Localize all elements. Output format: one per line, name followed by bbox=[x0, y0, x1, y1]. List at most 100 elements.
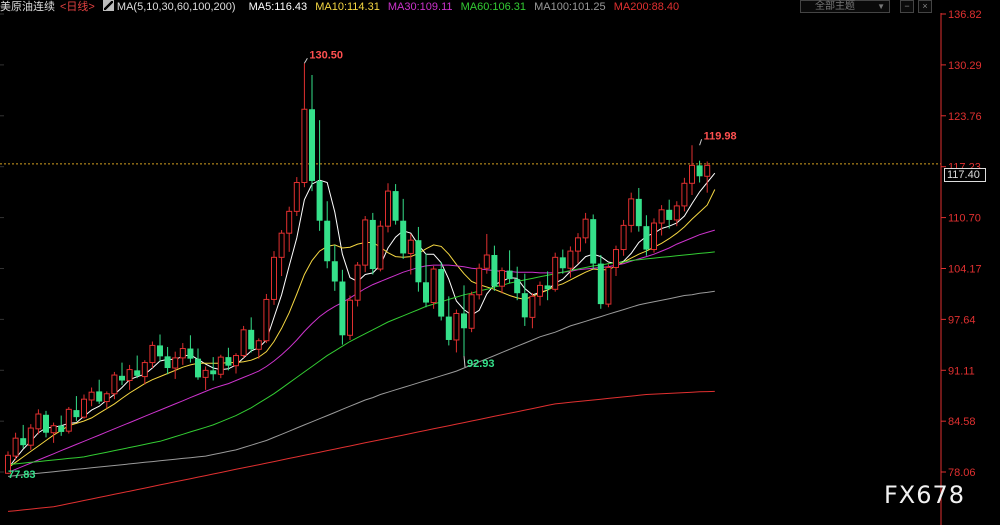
candle bbox=[187, 335, 194, 363]
candle bbox=[658, 205, 665, 236]
candle bbox=[293, 177, 300, 217]
candle bbox=[157, 334, 163, 362]
candle bbox=[635, 187, 642, 232]
candle-body bbox=[271, 256, 277, 300]
candle-body bbox=[172, 357, 179, 369]
low-label-leader bbox=[463, 356, 466, 368]
candle bbox=[476, 263, 483, 300]
candle-body bbox=[567, 250, 574, 269]
candle-body bbox=[81, 398, 87, 418]
axis-tick-label: 123.76 bbox=[948, 111, 982, 123]
candle bbox=[468, 291, 475, 333]
candle-body bbox=[141, 362, 148, 378]
candle bbox=[385, 183, 391, 233]
current-price-tag: 117.40 bbox=[944, 168, 986, 182]
candle bbox=[324, 201, 331, 269]
candle bbox=[651, 218, 657, 253]
candle bbox=[111, 371, 118, 400]
candle bbox=[50, 422, 57, 443]
candle bbox=[309, 74, 315, 192]
recent-high-label: 119.98 bbox=[704, 130, 737, 142]
candle-body bbox=[255, 340, 262, 350]
candle-body bbox=[20, 438, 27, 446]
candle-body bbox=[217, 356, 224, 375]
candle bbox=[673, 201, 680, 227]
candle bbox=[521, 273, 528, 326]
candle bbox=[134, 355, 141, 379]
candle-body bbox=[468, 294, 475, 329]
candle bbox=[613, 245, 619, 277]
candle-body bbox=[552, 256, 559, 290]
candle bbox=[271, 251, 277, 305]
candle-body bbox=[423, 282, 429, 303]
candle bbox=[179, 343, 186, 365]
candle bbox=[172, 351, 179, 379]
candle-body bbox=[453, 312, 460, 341]
candle-body bbox=[590, 219, 597, 264]
candle bbox=[240, 325, 247, 358]
candle bbox=[65, 406, 72, 434]
candle bbox=[392, 184, 399, 225]
axis-tick-label: 84.58 bbox=[948, 416, 976, 428]
candle-body bbox=[514, 279, 521, 294]
candle-body bbox=[673, 205, 680, 221]
axis-tick-label: 91.11 bbox=[948, 365, 975, 377]
candle-body bbox=[696, 165, 703, 177]
axis-tick-label: 97.64 bbox=[948, 314, 976, 326]
candle bbox=[483, 233, 490, 274]
high-label: 130.50 bbox=[309, 49, 343, 61]
candle bbox=[347, 295, 353, 340]
candle-body bbox=[248, 329, 255, 350]
ma200-line bbox=[7, 390, 715, 512]
candle bbox=[605, 264, 612, 308]
candle-body bbox=[263, 298, 270, 342]
candle bbox=[286, 206, 293, 252]
candle-body bbox=[157, 345, 163, 357]
candle bbox=[666, 199, 673, 229]
axis-tick-label: 104.17 bbox=[948, 263, 982, 275]
candle-body bbox=[407, 239, 414, 254]
moving-average-lines bbox=[7, 172, 716, 512]
candle bbox=[423, 253, 429, 308]
candle bbox=[126, 364, 133, 390]
price-axis: 136.82130.29123.76117.23110.70104.1797.6… bbox=[940, 9, 982, 525]
candle-body bbox=[50, 425, 57, 434]
candle-body bbox=[103, 393, 110, 403]
candle-body bbox=[651, 222, 657, 251]
candle bbox=[88, 387, 95, 407]
candle bbox=[248, 317, 255, 353]
candle bbox=[81, 394, 87, 419]
candle-body bbox=[324, 220, 331, 262]
candle-body bbox=[134, 370, 141, 376]
candle bbox=[339, 269, 346, 345]
candle-body bbox=[385, 190, 391, 227]
candle-body bbox=[347, 299, 353, 336]
candle-body bbox=[88, 391, 95, 401]
candle-body bbox=[430, 268, 437, 304]
candle-body bbox=[392, 191, 399, 221]
candle-body bbox=[689, 164, 695, 184]
candle-body bbox=[620, 224, 627, 251]
candle-body bbox=[605, 266, 612, 305]
candle bbox=[559, 249, 566, 274]
candle-body bbox=[179, 348, 186, 359]
candle-body bbox=[43, 414, 49, 433]
candle-body bbox=[635, 198, 642, 227]
start-low-label: 77.83 bbox=[8, 469, 36, 481]
candle bbox=[119, 362, 125, 386]
candle bbox=[575, 233, 581, 264]
candle-body bbox=[354, 264, 361, 301]
candle-body bbox=[476, 267, 483, 296]
candle-body bbox=[461, 313, 467, 329]
candle-body bbox=[537, 284, 543, 297]
candle bbox=[278, 230, 285, 277]
candle-body bbox=[491, 255, 498, 287]
candle-body bbox=[377, 225, 384, 270]
candle-body bbox=[658, 209, 665, 224]
candlestick-chart[interactable]: 136.82130.29123.76117.23110.70104.1797.6… bbox=[0, 0, 1000, 525]
candle-body bbox=[111, 374, 118, 395]
candle-body bbox=[544, 285, 551, 290]
candle bbox=[628, 192, 635, 233]
candle-body bbox=[73, 410, 80, 418]
candle-body bbox=[369, 219, 376, 270]
